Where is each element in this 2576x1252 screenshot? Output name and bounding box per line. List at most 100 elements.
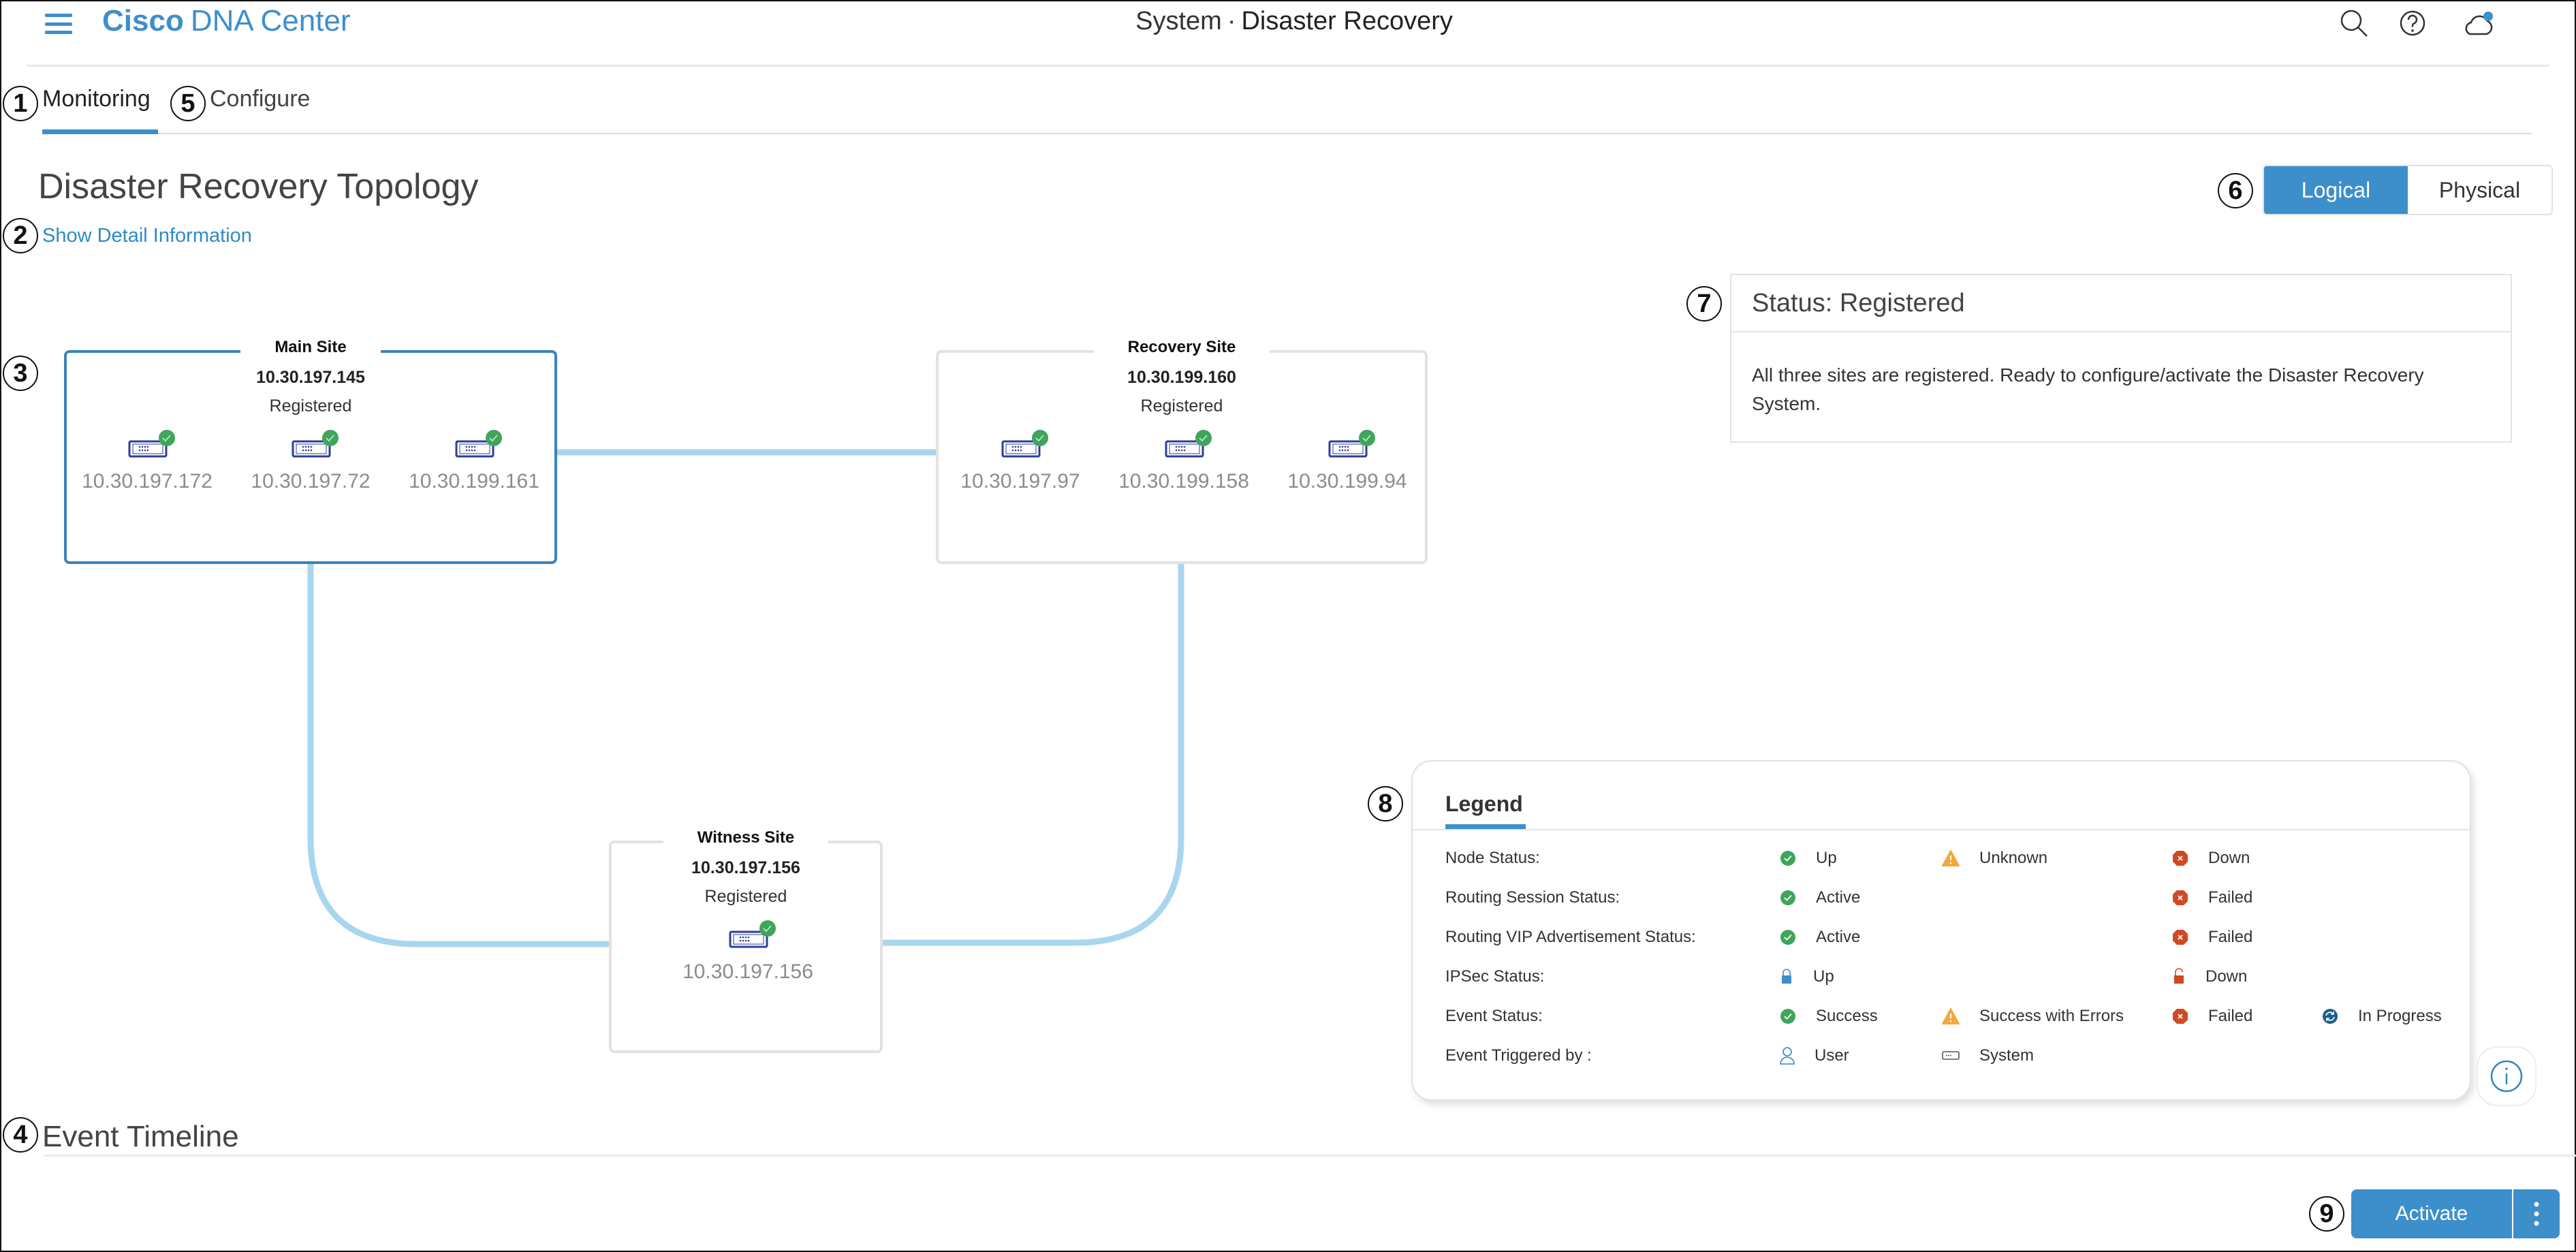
lock-closed-icon	[1779, 967, 1804, 986]
legend-title: Legend	[1445, 792, 1523, 816]
legend-item: User	[1779, 1046, 1849, 1065]
witness-site-name: Witness Site	[663, 828, 829, 847]
legend-row-label: Event Triggered by :	[1445, 1046, 1592, 1065]
legend-item: In Progress	[2321, 1007, 2442, 1026]
info-button[interactable]	[2477, 1046, 2536, 1106]
main-site-card[interactable]: Main Site 10.30.197.145 Registered 10.30…	[64, 338, 557, 564]
device-icon	[1328, 430, 1375, 459]
system-icon	[1941, 1049, 1970, 1063]
legend-item-label: System	[1979, 1046, 2035, 1065]
legend-item-label: Success	[1816, 1007, 1878, 1025]
legend-item-label: Success with Errors	[1979, 1007, 2124, 1025]
event-timeline-divider	[44, 1155, 2576, 1157]
legend-item-label: Down	[2208, 849, 2250, 867]
legend-item: Failed	[2171, 1007, 2252, 1026]
node-ip: 10.30.197.72	[251, 470, 371, 492]
check-circle-icon	[1779, 1007, 1806, 1025]
legend-title-underline	[1445, 824, 1526, 829]
device-icon	[127, 430, 175, 459]
x-octagon-icon	[2171, 849, 2199, 867]
device-icon	[1001, 430, 1048, 459]
recovery-site-vip: 10.30.199.160	[1127, 368, 1236, 387]
callout-4: 4	[3, 1117, 38, 1153]
main-node-2[interactable]: 10.30.197.72	[229, 430, 392, 493]
legend-row-label: Routing Session Status:	[1445, 888, 1620, 907]
activate-button[interactable]: Activate	[2351, 1189, 2513, 1238]
legend-row-label: Event Status:	[1445, 1007, 1543, 1025]
legend-item: Down	[2171, 967, 2247, 986]
witness-site-status: Registered	[704, 887, 787, 906]
check-circle-icon	[1779, 849, 1806, 867]
recovery-site-status: Registered	[1140, 396, 1223, 416]
callout-3: 3	[3, 356, 38, 391]
device-icon	[454, 430, 502, 459]
device-icon	[1164, 430, 1212, 459]
witness-node-1[interactable]: 10.30.197.156	[666, 920, 830, 984]
legend-item: Up	[1779, 967, 1834, 986]
legend-item-label: Up	[1813, 967, 1834, 986]
node-ip: 10.30.199.158	[1118, 470, 1249, 492]
link-recovery-witness	[883, 564, 1184, 946]
in-progress-icon	[2321, 1007, 2349, 1025]
more-vertical-icon[interactable]	[2513, 1189, 2560, 1238]
legend-row-label: Node Status:	[1445, 849, 1540, 867]
legend-item: Success with Errors	[1941, 1007, 2124, 1026]
main-site-name: Main Site	[240, 338, 381, 356]
main-site-status: Registered	[269, 396, 352, 416]
legend-divider	[1413, 829, 2470, 830]
warning-triangle-icon	[1941, 1007, 1970, 1025]
x-octagon-icon	[2171, 928, 2199, 946]
status-up-icon	[159, 430, 175, 446]
recovery-node-2[interactable]: 10.30.199.158	[1102, 430, 1266, 493]
event-timeline-title: Event Timeline	[42, 1120, 239, 1153]
legend-item-label: Active	[1816, 928, 1861, 946]
legend-item: Success	[1779, 1007, 1878, 1026]
node-ip: 10.30.197.172	[82, 470, 213, 492]
info-icon	[2490, 1060, 2523, 1093]
legend-item: Up	[1779, 849, 1837, 868]
node-ip: 10.30.197.97	[960, 470, 1080, 492]
recovery-site-card[interactable]: Recovery Site 10.30.199.160 Registered 1…	[936, 338, 1429, 564]
warning-triangle-icon	[1941, 849, 1970, 867]
legend-panel: Legend Node Status: Up Unknown Down Routing …	[1411, 760, 2471, 1101]
device-icon	[291, 430, 339, 459]
legend-item-label: In Progress	[2358, 1007, 2442, 1025]
user-icon	[1779, 1046, 1805, 1065]
main-site-vip: 10.30.197.145	[256, 368, 365, 387]
node-ip: 10.30.197.156	[682, 960, 813, 983]
legend-item-label: Failed	[2208, 928, 2253, 946]
check-circle-icon	[1779, 928, 1806, 946]
legend-item: Active	[1779, 928, 1860, 947]
witness-site-card[interactable]: Witness Site 10.30.197.156 Registered 10…	[609, 828, 883, 1053]
main-node-1[interactable]: 10.30.197.172	[65, 430, 229, 493]
node-ip: 10.30.199.161	[409, 470, 539, 492]
legend-item: Failed	[2171, 888, 2252, 907]
callout-8: 8	[1368, 786, 1403, 821]
legend-item: Unknown	[1941, 849, 2047, 868]
legend-item: Active	[1779, 888, 1860, 907]
legend-item-label: Down	[2205, 967, 2248, 986]
legend-item-label: Up	[1816, 849, 1837, 867]
legend-item-label: Active	[1816, 888, 1861, 907]
legend-item-label: User	[1815, 1046, 1849, 1065]
legend-item: Down	[2171, 849, 2250, 868]
main-node-3[interactable]: 10.30.199.161	[392, 430, 556, 493]
legend-item-label: Unknown	[1979, 849, 2048, 867]
lock-open-icon	[2171, 967, 2196, 986]
legend-item: System	[1941, 1046, 2034, 1065]
legend-row-label: Routing VIP Advertisement Status:	[1445, 928, 1696, 946]
recovery-node-1[interactable]: 10.30.197.97	[939, 430, 1102, 493]
legend-item-label: Failed	[2208, 1007, 2253, 1025]
legend-item-label: Failed	[2208, 888, 2253, 907]
callout-9: 9	[2309, 1196, 2344, 1232]
legend-row-label: IPSec Status:	[1445, 967, 1545, 986]
recovery-node-3[interactable]: 10.30.199.94	[1266, 430, 1429, 493]
activate-button-group: Activate	[2351, 1189, 2560, 1238]
x-octagon-icon	[2171, 1007, 2199, 1025]
legend-item: Failed	[2171, 928, 2252, 947]
device-icon	[728, 920, 776, 950]
recovery-site-name: Recovery Site	[1093, 338, 1270, 356]
node-ip: 10.30.199.94	[1287, 470, 1407, 492]
x-octagon-icon	[2171, 889, 2199, 907]
witness-site-vip: 10.30.197.156	[691, 858, 800, 877]
